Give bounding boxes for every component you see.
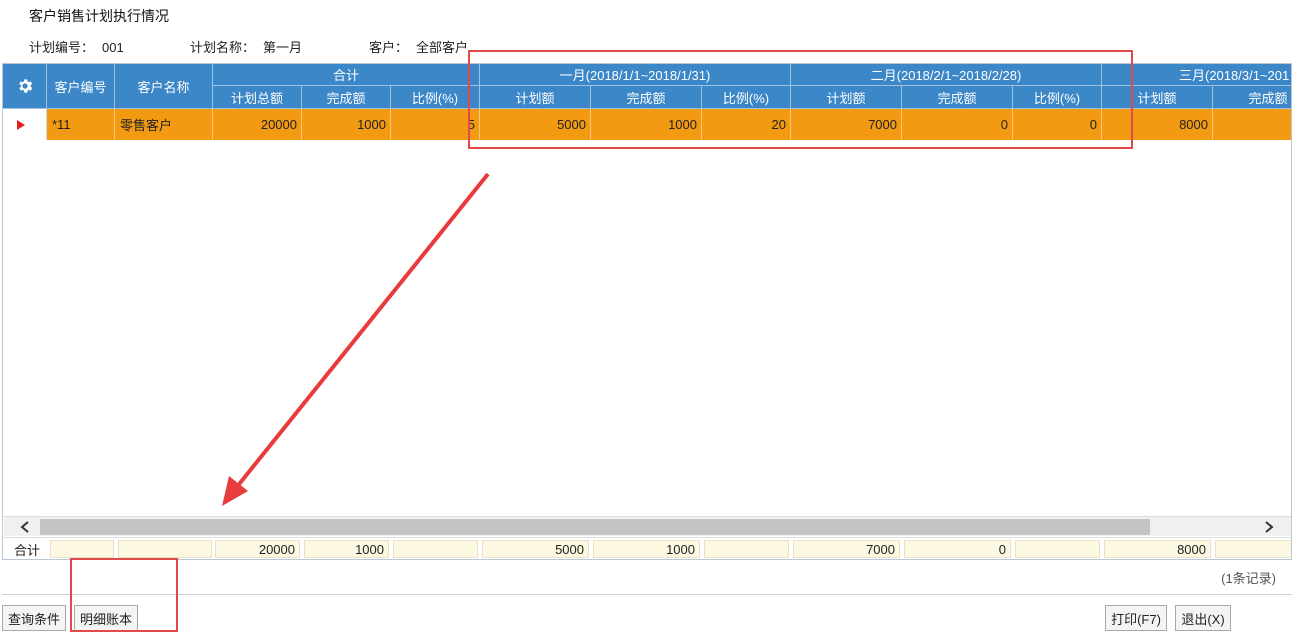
total-cell-feb-plan: 7000 <box>793 540 900 558</box>
total-cell-total-plan: 20000 <box>215 540 300 558</box>
data-grid[interactable]: 客户编号 客户名称 合计 一月(2018/1/1~2018/1/31) 二月(2… <box>2 63 1292 560</box>
query-conditions-button[interactable]: 查询条件 <box>2 605 66 631</box>
col-header-jan-plan[interactable]: 计划额 <box>480 86 591 109</box>
total-cell-customer-no <box>50 540 114 558</box>
col-header-total-done[interactable]: 完成额 <box>302 86 391 109</box>
totals-label: 合计 <box>6 540 48 558</box>
page-title: 客户销售计划执行情况 <box>29 8 169 24</box>
totals-row: 合计 20000 1000 5000 1000 7000 0 8000 <box>4 537 1291 559</box>
triangle-right-icon <box>16 119 25 130</box>
chevron-right-icon <box>1265 521 1274 533</box>
cell-customer-name[interactable]: 零售客户 <box>115 109 213 140</box>
cell-jan-done[interactable]: 1000 <box>591 109 702 140</box>
plan-no-field: 计划编号： 001 <box>29 37 124 56</box>
col-header-jan-done[interactable]: 完成额 <box>591 86 702 109</box>
exit-button[interactable]: 退出(X) <box>1175 605 1231 631</box>
col-header-jan-ratio[interactable]: 比例(%) <box>702 86 791 109</box>
plan-name-value: 第一月 <box>263 40 303 55</box>
total-cell-customer-name <box>118 540 212 558</box>
group-header-total: 合计 <box>213 64 480 86</box>
customer-label: 客户： <box>369 40 409 55</box>
divider <box>2 594 1292 595</box>
cell-feb-done[interactable]: 0 <box>902 109 1013 140</box>
scroll-thumb[interactable] <box>40 519 1150 535</box>
cell-feb-ratio[interactable]: 0 <box>1013 109 1102 140</box>
detail-ledger-button[interactable]: 明细账本 <box>74 605 138 631</box>
col-header-total-plan[interactable]: 计划总额 <box>213 86 302 109</box>
customer-value: 全部客户 <box>416 40 469 55</box>
row-indicator[interactable] <box>3 109 47 140</box>
total-cell-total-ratio <box>393 540 478 558</box>
cell-mar-plan[interactable]: 8000 <box>1102 109 1213 140</box>
total-cell-mar-done <box>1215 540 1291 558</box>
col-header-feb-plan[interactable]: 计划额 <box>791 86 902 109</box>
grid-settings-button[interactable] <box>3 64 47 109</box>
plan-name-field: 计划名称： 第一月 <box>190 37 302 56</box>
plan-name-label: 计划名称： <box>190 40 256 55</box>
customer-field: 客户： 全部客户 <box>369 37 468 56</box>
total-cell-mar-plan: 8000 <box>1104 540 1211 558</box>
chevron-left-icon <box>20 521 29 533</box>
total-cell-feb-ratio <box>1015 540 1100 558</box>
cell-feb-plan[interactable]: 7000 <box>791 109 902 140</box>
group-header-january: 一月(2018/1/1~2018/1/31) <box>480 64 791 86</box>
scroll-left-button[interactable] <box>14 517 36 537</box>
col-header-total-ratio[interactable]: 比例(%) <box>391 86 480 109</box>
col-header-feb-ratio[interactable]: 比例(%) <box>1013 86 1102 109</box>
horizontal-scrollbar[interactable] <box>4 516 1291 537</box>
total-cell-jan-done: 1000 <box>593 540 700 558</box>
scroll-right-button[interactable] <box>1258 517 1280 537</box>
cell-total-done[interactable]: 1000 <box>302 109 391 140</box>
cell-jan-plan[interactable]: 5000 <box>480 109 591 140</box>
total-cell-jan-ratio <box>704 540 789 558</box>
cell-jan-ratio[interactable]: 20 <box>702 109 791 140</box>
col-header-customer-name[interactable]: 客户名称 <box>115 64 213 109</box>
group-header-february: 二月(2018/2/1~2018/2/28) <box>791 64 1102 86</box>
grid-content: 客户编号 客户名称 合计 一月(2018/1/1~2018/1/31) 二月(2… <box>3 64 1291 142</box>
gear-icon <box>18 79 32 93</box>
plan-no-label: 计划编号： <box>29 40 95 55</box>
group-header-march: 三月(2018/3/1~201 <box>1102 64 1291 86</box>
record-count: (1条记录) <box>1221 571 1276 586</box>
print-button[interactable]: 打印(F7) <box>1105 605 1167 631</box>
cell-mar-done[interactable] <box>1213 109 1291 140</box>
cell-total-ratio[interactable]: 5 <box>391 109 480 140</box>
plan-no-value: 001 <box>102 40 124 55</box>
col-header-mar-done[interactable]: 完成额 <box>1213 86 1291 109</box>
total-cell-feb-done: 0 <box>904 540 1011 558</box>
col-header-feb-done[interactable]: 完成额 <box>902 86 1013 109</box>
col-header-customer-no[interactable]: 客户编号 <box>47 64 115 109</box>
total-cell-total-done: 1000 <box>304 540 389 558</box>
cell-total-plan[interactable]: 20000 <box>213 109 302 140</box>
total-cell-jan-plan: 5000 <box>482 540 589 558</box>
cell-customer-no[interactable]: *11 <box>47 109 115 140</box>
col-header-mar-plan[interactable]: 计划额 <box>1102 86 1213 109</box>
